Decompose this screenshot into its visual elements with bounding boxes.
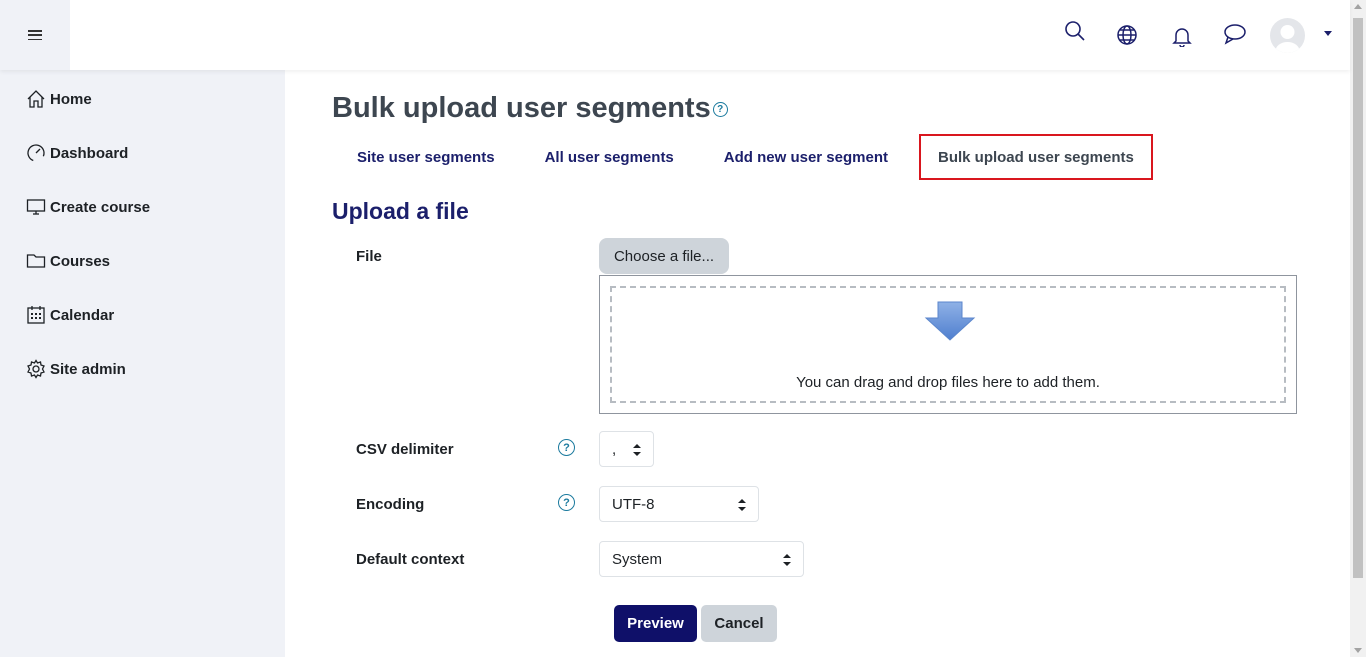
tab-site-user-segments[interactable]: Site user segments xyxy=(332,134,520,180)
tab-bulk-upload-user-segments[interactable]: Bulk upload user segments xyxy=(918,134,1153,180)
home-icon xyxy=(27,90,45,108)
scroll-down-arrow-icon[interactable] xyxy=(1354,648,1362,653)
sidebar-item-label: Home xyxy=(50,90,92,108)
encoding-value: UTF-8 xyxy=(612,495,655,513)
encoding-label: Encoding xyxy=(356,496,425,513)
monitor-icon xyxy=(26,199,46,215)
chat-icon[interactable] xyxy=(1223,22,1247,46)
sidebar-item-home[interactable]: Home xyxy=(26,85,92,113)
cancel-button[interactable]: Cancel xyxy=(701,605,777,642)
sidebar-item-dashboard[interactable]: Dashboard xyxy=(26,139,128,167)
sidebar-item-calendar[interactable]: Calendar xyxy=(26,301,114,329)
main-content: Bulk upload user segments ? Site user se… xyxy=(285,70,1350,657)
encoding-select[interactable]: UTF-8 xyxy=(599,486,759,522)
default-context-label: Default context xyxy=(356,551,465,568)
preview-button[interactable]: Preview xyxy=(614,605,697,642)
sidebar-item-label: Create course xyxy=(50,198,151,216)
sidebar-item-label: Calendar xyxy=(50,306,115,324)
csv-delimiter-label: CSV delimiter xyxy=(356,441,454,458)
file-dropzone[interactable]: You can drag and drop files here to add … xyxy=(599,275,1297,414)
tab-add-new-user-segment[interactable]: Add new user segment xyxy=(699,134,913,180)
tab-bar: Site user segments All user segments Add… xyxy=(332,134,1153,180)
calendar-icon xyxy=(27,306,45,324)
sidebar-item-label: Courses xyxy=(50,252,111,270)
select-arrows-icon xyxy=(633,444,641,456)
page-scrollbar[interactable] xyxy=(1350,0,1366,657)
user-menu-chevron-down-icon[interactable] xyxy=(1324,31,1332,36)
sidebar-item-courses[interactable]: Courses xyxy=(26,247,110,275)
select-arrows-icon xyxy=(738,499,746,511)
dropzone-text: You can drag and drop files here to add … xyxy=(796,374,1100,391)
folder-icon xyxy=(26,254,46,268)
csv-delimiter-help-icon[interactable]: ? xyxy=(558,439,575,456)
dropzone-dashed-area[interactable]: You can drag and drop files here to add … xyxy=(610,286,1286,403)
page-title-text: Bulk upload user segments xyxy=(332,92,711,124)
choose-file-button[interactable]: Choose a file... xyxy=(599,238,729,274)
page-title: Bulk upload user segments ? xyxy=(332,92,728,125)
down-arrow-icon xyxy=(924,301,976,341)
bell-icon[interactable] xyxy=(1170,24,1194,48)
section-title: Upload a file xyxy=(332,198,469,224)
csv-delimiter-value: , xyxy=(612,440,617,458)
select-arrows-icon xyxy=(783,554,791,566)
menu-toggle-button[interactable] xyxy=(0,0,70,70)
top-navbar xyxy=(0,0,1350,70)
scroll-up-arrow-icon[interactable] xyxy=(1354,4,1362,9)
gauge-icon xyxy=(27,144,45,162)
sidebar-item-site-admin[interactable]: Site admin xyxy=(26,355,126,383)
file-label: File xyxy=(356,248,382,265)
sidebar: Home Dashboard Create course Courses Cal… xyxy=(0,70,285,657)
sidebar-item-label: Dashboard xyxy=(50,144,129,162)
default-context-value: System xyxy=(612,550,663,568)
hamburger-icon xyxy=(28,30,42,40)
scrollbar-thumb[interactable] xyxy=(1353,18,1363,578)
default-context-select[interactable]: System xyxy=(599,541,804,577)
sidebar-item-create-course[interactable]: Create course xyxy=(26,193,150,221)
user-avatar[interactable] xyxy=(1270,18,1305,53)
globe-icon[interactable] xyxy=(1115,23,1139,47)
tab-all-user-segments[interactable]: All user segments xyxy=(520,134,699,180)
csv-delimiter-select[interactable]: , xyxy=(599,431,654,467)
help-icon[interactable]: ? xyxy=(712,102,728,117)
sidebar-item-label: Site admin xyxy=(50,360,126,378)
gear-icon xyxy=(27,359,45,379)
encoding-help-icon[interactable]: ? xyxy=(558,494,575,511)
search-icon[interactable] xyxy=(1063,19,1087,43)
